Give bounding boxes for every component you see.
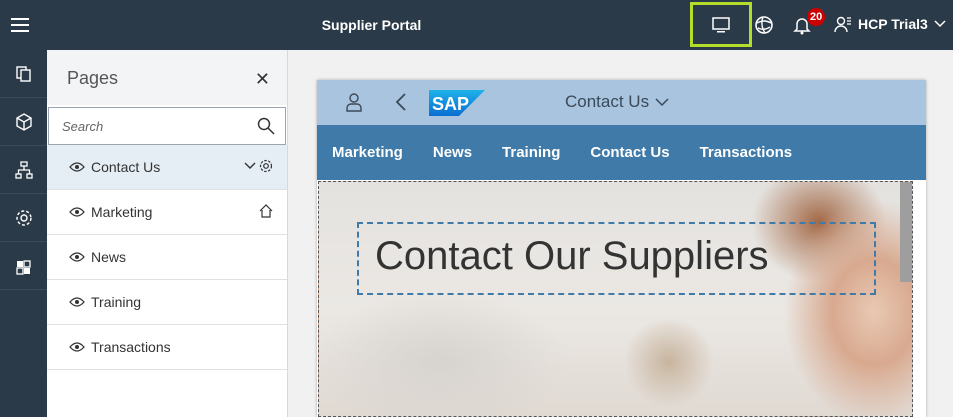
- page-item-marketing[interactable]: Marketing: [47, 190, 287, 235]
- rail-item-settings[interactable]: [0, 194, 47, 242]
- home-icon: [259, 204, 273, 218]
- hero-title: Contact Our Suppliers: [375, 234, 769, 278]
- page-item-news[interactable]: News: [47, 235, 287, 280]
- page-item-contact-us[interactable]: Contact Us: [47, 145, 287, 190]
- eye-icon: [69, 162, 85, 172]
- search-placeholder: Search: [62, 119, 104, 134]
- puzzle-icon: [15, 259, 31, 275]
- user-icon[interactable]: [345, 92, 363, 112]
- site-title-dropdown[interactable]: Contact Us: [565, 92, 669, 112]
- gear-icon: [15, 209, 32, 226]
- site-shell-bar: SAP Contact Us: [317, 80, 926, 125]
- page-item-label: Marketing: [91, 204, 153, 220]
- nav-training[interactable]: Training: [502, 144, 560, 161]
- page-item-label: News: [91, 249, 127, 265]
- gear-icon[interactable]: [259, 159, 273, 173]
- pages-panel: Pages ✕ Search Contact Us Marketing News: [47, 50, 288, 417]
- editor-canvas: SAP Contact Us Marketing News Training C…: [288, 50, 953, 417]
- close-icon[interactable]: ✕: [255, 69, 270, 90]
- rail-item-extensions[interactable]: [0, 242, 47, 290]
- nav-marketing[interactable]: Marketing: [332, 144, 403, 161]
- notification-badge: 20: [807, 8, 826, 26]
- pages-panel-title: Pages: [67, 68, 119, 88]
- eye-icon: [69, 297, 85, 307]
- sap-logo: SAP: [429, 90, 485, 116]
- page-item-training[interactable]: Training: [47, 280, 287, 325]
- nav-contact-us[interactable]: Contact Us: [590, 144, 669, 161]
- hero-title-box[interactable]: Contact Our Suppliers: [357, 222, 876, 295]
- hierarchy-icon: [14, 160, 33, 179]
- rail-item-themes[interactable]: [0, 98, 47, 146]
- hero-section[interactable]: Contact Our Suppliers: [318, 181, 913, 417]
- back-icon[interactable]: [395, 92, 407, 112]
- desktop-icon: [712, 16, 730, 32]
- pages-list: Contact Us Marketing News Training Trans…: [47, 145, 287, 370]
- nav-transactions[interactable]: Transactions: [700, 144, 793, 161]
- hero-scroll-band: [900, 182, 912, 282]
- eye-icon: [69, 207, 85, 217]
- device-preview-button[interactable]: [690, 2, 752, 47]
- page-item-label: Contact Us: [91, 159, 161, 175]
- side-navigation-rail: [0, 50, 47, 417]
- pages-panel-header: Pages ✕: [47, 50, 287, 105]
- cube-icon: [15, 112, 32, 131]
- eye-icon: [69, 342, 85, 352]
- rail-item-pages[interactable]: [0, 50, 47, 98]
- user-settings-icon: [834, 16, 851, 33]
- site-navigation: Marketing News Training Contact Us Trans…: [317, 125, 926, 180]
- eye-icon: [69, 252, 85, 262]
- user-name: HCP Trial3: [858, 16, 928, 32]
- site-preview: SAP Contact Us Marketing News Training C…: [317, 80, 926, 417]
- page-item-label: Transactions: [91, 339, 171, 355]
- chevron-down-icon: [655, 97, 669, 106]
- page-item-transactions[interactable]: Transactions: [47, 325, 287, 370]
- svg-text:SAP: SAP: [432, 94, 469, 114]
- page-item-label: Training: [91, 294, 142, 310]
- chevron-down-icon[interactable]: [244, 162, 256, 170]
- rail-item-hierarchy[interactable]: [0, 146, 47, 194]
- search-icon[interactable]: [257, 117, 275, 135]
- globe-icon[interactable]: [754, 15, 774, 35]
- search-input[interactable]: Search: [48, 107, 286, 145]
- app-title: Supplier Portal: [321, 17, 422, 33]
- chevron-down-icon: [934, 20, 946, 28]
- user-menu[interactable]: HCP Trial3: [834, 15, 946, 33]
- site-title: Contact Us: [565, 92, 650, 111]
- nav-news[interactable]: News: [433, 144, 472, 161]
- shell-header: Supplier Portal 20 HCP Trial3: [0, 0, 953, 50]
- pages-icon: [15, 65, 31, 82]
